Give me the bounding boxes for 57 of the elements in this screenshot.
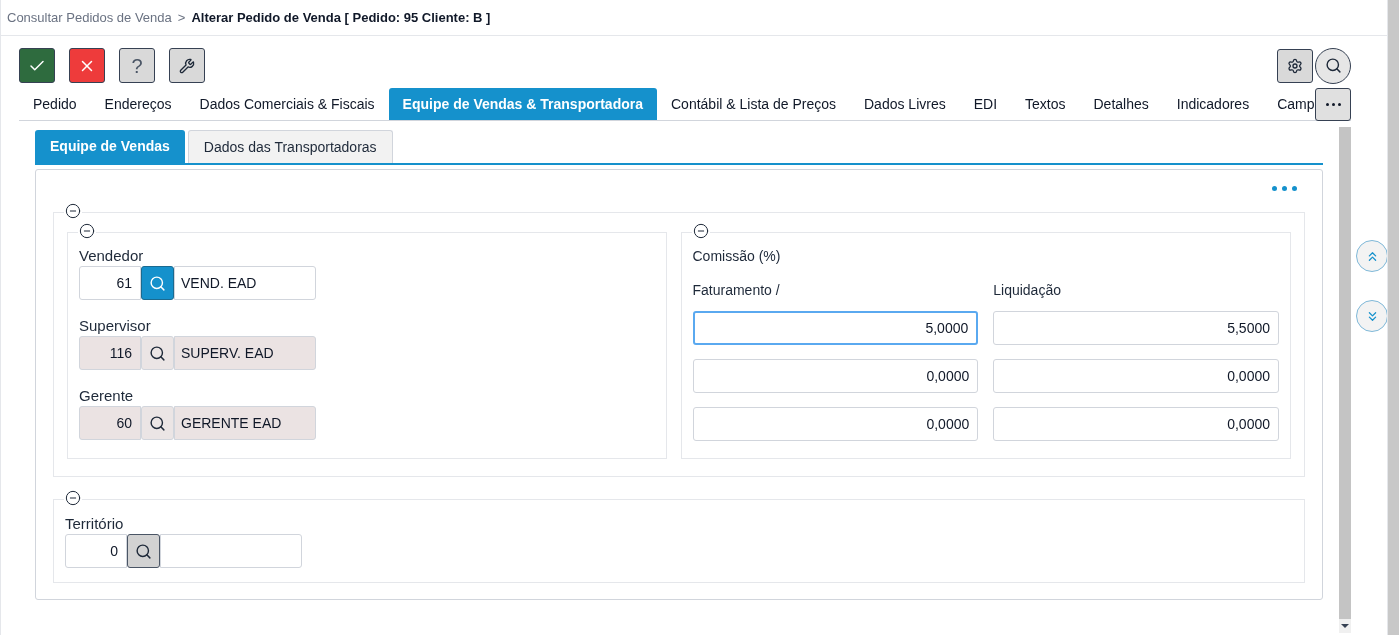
search-icon: [1324, 57, 1342, 74]
tab[interactable]: Detalhes: [1079, 88, 1163, 120]
scroll-down-arrow-icon[interactable]: [1341, 624, 1349, 628]
search-icon: [149, 414, 166, 432]
name-field[interactable]: [160, 534, 302, 568]
search-button[interactable]: [1315, 47, 1351, 84]
search-icon: [149, 274, 166, 292]
more-icon: [1325, 103, 1341, 106]
tab[interactable]: Equipe de Vendas & Transportadora: [388, 88, 657, 120]
collapse-icon[interactable]: [64, 203, 82, 219]
field-label: Supervisor: [79, 316, 152, 336]
code-field[interactable]: 61: [79, 266, 141, 300]
percent-field[interactable]: 0,0000: [692, 407, 979, 441]
column-header: Faturamento /: [692, 281, 781, 300]
settings-button[interactable]: [1277, 48, 1313, 83]
tools-button[interactable]: [169, 48, 205, 83]
wrench-icon: [179, 57, 195, 74]
more-tabs-button[interactable]: [1315, 88, 1351, 121]
tab[interactable]: Endereços: [90, 88, 186, 120]
collapse-icon[interactable]: [78, 223, 96, 239]
collapse-icon[interactable]: [691, 223, 710, 239]
search-button[interactable]: [127, 534, 160, 568]
tab[interactable]: Dados Comerciais & Fiscais: [185, 88, 389, 120]
percent-field[interactable]: 0,0000: [993, 359, 1279, 393]
name-field[interactable]: VEND. EAD: [174, 266, 316, 300]
tab[interactable]: Contábil & Lista de Preços: [657, 88, 850, 120]
confirm-button[interactable]: [19, 48, 55, 83]
section-title: Comissão (%): [692, 247, 782, 266]
tab[interactable]: Pedido: [19, 88, 91, 120]
column-header: Liquidação: [993, 281, 1062, 300]
tab[interactable]: Indicadores: [1162, 88, 1264, 120]
percent-field[interactable]: 0,0000: [692, 359, 979, 393]
breadcrumb-separator: >: [177, 8, 186, 27]
percent-field[interactable]: 0,0000: [993, 407, 1279, 441]
page-title: Alterar Pedido de Venda [ Pedido: 95 Cliente: B ]: [191, 8, 491, 27]
field-label: Vendedor: [79, 246, 145, 266]
search-icon: [135, 542, 152, 560]
help-button[interactable]: ?: [119, 48, 155, 83]
scrollbar[interactable]: [1339, 127, 1351, 633]
field-label: Gerente: [79, 386, 135, 406]
code-field[interactable]: 0: [65, 534, 127, 568]
tab[interactable]: Textos: [1011, 88, 1080, 120]
cancel-button[interactable]: [69, 48, 105, 83]
breadcrumb-link[interactable]: Consultar Pedidos de Venda: [7, 7, 172, 28]
search-button[interactable]: [141, 266, 174, 300]
percent-field[interactable]: 5,0000: [692, 311, 979, 345]
percent-field[interactable]: 5,5000: [993, 311, 1279, 345]
tab[interactable]: Camp: [1263, 88, 1315, 120]
scrollbar[interactable]: [1387, 0, 1399, 635]
search-icon: [149, 344, 166, 362]
subtab[interactable]: Dados das Transportadoras: [187, 130, 393, 163]
tab[interactable]: Dados Livres: [850, 88, 960, 120]
field-label: Território: [65, 514, 125, 534]
subtab[interactable]: Equipe de Vendas: [35, 130, 185, 163]
tab[interactable]: EDI: [959, 88, 1012, 120]
collapse-icon[interactable]: [64, 490, 82, 506]
settings-icon: [1287, 57, 1303, 74]
